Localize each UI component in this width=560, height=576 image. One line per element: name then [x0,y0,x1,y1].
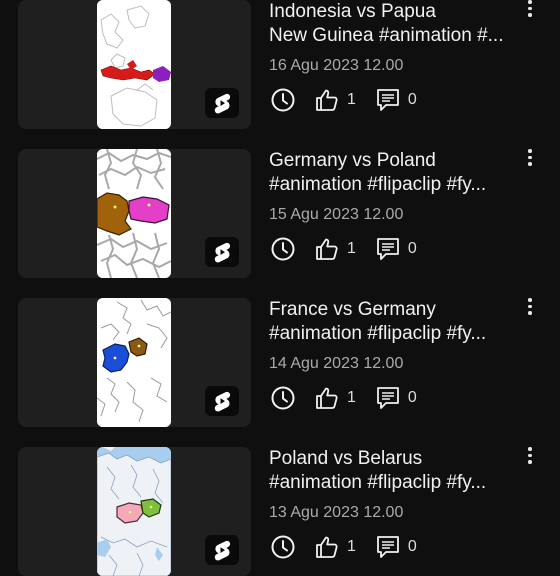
clock-icon [269,533,297,561]
video-date: 16 Agu 2023 12.00 [269,57,404,74]
video-thumbnail[interactable] [18,447,251,576]
video-title[interactable]: Indonesia vs Papua New Guinea #animation… [269,0,519,48]
thumbnail-map-germany-poland [97,149,171,278]
clock-icon [269,86,297,114]
comment-icon[interactable] [374,86,402,114]
thumbnail-map-indonesia [97,0,171,129]
thumbnail-map-poland-belarus [97,447,171,576]
comment-count: 0 [407,240,417,257]
comment-count: 0 [407,538,417,555]
shorts-icon [205,386,239,416]
thumbs-up-icon[interactable] [313,235,341,263]
thumbs-up-icon[interactable] [313,533,341,561]
more-vert-icon[interactable] [520,298,540,322]
like-count: 1 [347,389,356,406]
thumbs-up-icon[interactable] [313,86,341,114]
video-date: 15 Agu 2023 12.00 [269,206,404,223]
video-stats: 1 0 [269,85,435,115]
video-title[interactable]: France vs Germany #animation #flipaclip … [269,298,519,346]
video-item[interactable]: Poland vs Belarus #animation #flipaclip … [0,427,560,576]
more-vert-icon[interactable] [520,447,540,471]
like-count: 1 [347,538,356,555]
comment-count: 0 [407,91,417,108]
comment-count: 0 [407,389,417,406]
video-stats: 1 0 [269,383,435,413]
video-stats: 1 0 [269,234,435,264]
more-vert-icon[interactable] [520,149,540,173]
comment-icon[interactable] [374,235,402,263]
like-count: 1 [347,91,356,108]
video-thumbnail[interactable] [18,149,251,278]
video-title[interactable]: Germany vs Poland #animation #flipaclip … [269,149,519,197]
video-title[interactable]: Poland vs Belarus #animation #flipaclip … [269,447,519,495]
video-list: Indonesia vs Papua New Guinea #animation… [0,0,560,576]
thumbs-up-icon[interactable] [313,384,341,412]
video-item[interactable]: Germany vs Poland #animation #flipaclip … [0,129,560,278]
video-thumbnail[interactable] [18,0,251,129]
thumbnail-map-france-germany [97,298,171,427]
video-date: 13 Agu 2023 12.00 [269,504,404,521]
like-count: 1 [347,240,356,257]
clock-icon [269,384,297,412]
shorts-icon [205,237,239,267]
video-item[interactable]: Indonesia vs Papua New Guinea #animation… [0,0,560,129]
more-vert-icon[interactable] [520,0,540,24]
video-item[interactable]: France vs Germany #animation #flipaclip … [0,278,560,427]
video-stats: 1 0 [269,532,435,562]
video-thumbnail[interactable] [18,298,251,427]
clock-icon [269,235,297,263]
comment-icon[interactable] [374,533,402,561]
shorts-icon [205,88,239,118]
video-date: 14 Agu 2023 12.00 [269,355,404,372]
shorts-icon [205,535,239,565]
comment-icon[interactable] [374,384,402,412]
